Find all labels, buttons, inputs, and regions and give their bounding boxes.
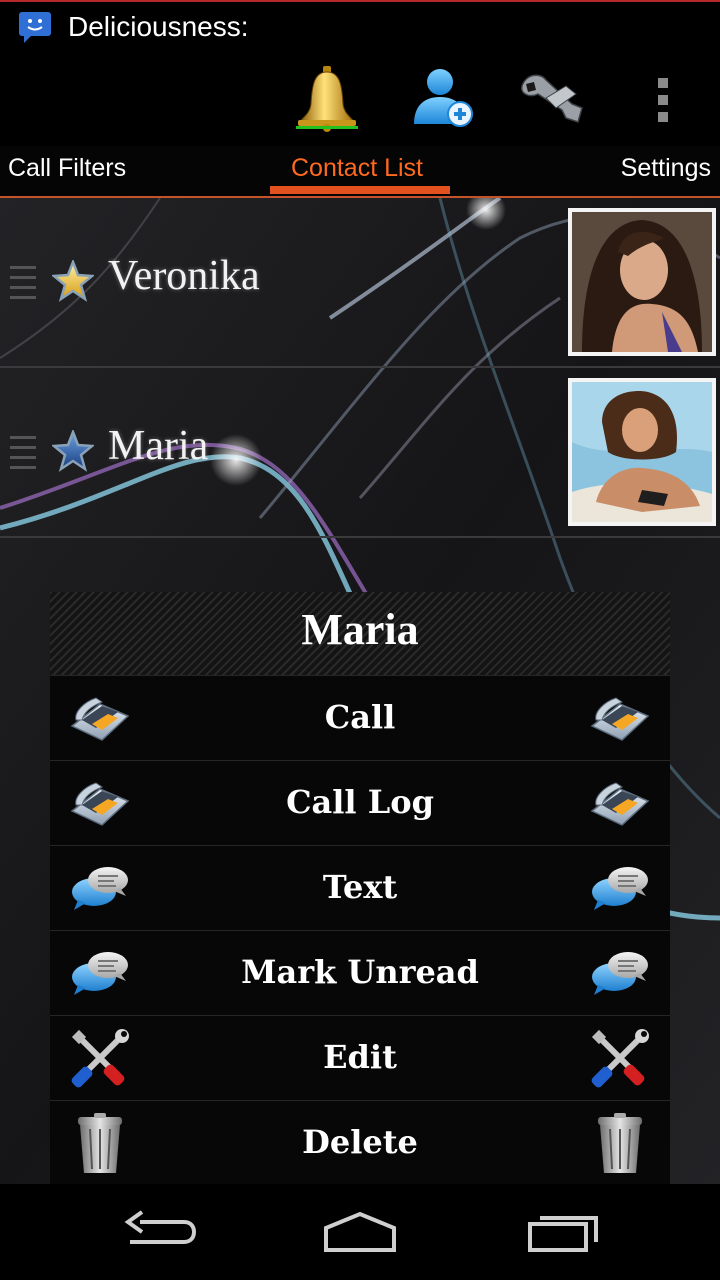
contact-photo-image xyxy=(572,382,712,522)
tab-bar: Call Filters Contact List Settings xyxy=(0,146,720,198)
phone-icon xyxy=(588,771,652,835)
tab-contact-list[interactable]: Contact List xyxy=(291,154,423,183)
dialog-title: Maria xyxy=(301,605,419,654)
phone-icon xyxy=(588,686,652,750)
menu-item-label: Text xyxy=(322,868,398,906)
chat-bubbles-icon xyxy=(588,856,652,920)
delete-button[interactable]: Delete xyxy=(50,1100,670,1185)
bell-active-indicator xyxy=(296,126,358,129)
notification-text: Deliciousness: xyxy=(68,11,249,42)
mark-unread-button[interactable]: Mark Unread xyxy=(50,930,670,1015)
drag-handle-icon[interactable] xyxy=(10,260,36,304)
back-icon[interactable] xyxy=(120,1206,200,1258)
home-icon[interactable] xyxy=(320,1206,400,1258)
call-button[interactable]: Call xyxy=(50,675,670,760)
menu-item-label: Call xyxy=(324,698,396,736)
tools-icon xyxy=(588,1026,652,1090)
action-bar xyxy=(0,50,720,146)
tab-settings[interactable]: Settings xyxy=(621,154,711,183)
contact-row[interactable]: Veronika xyxy=(0,198,720,368)
contact-name: Veronika xyxy=(108,253,260,299)
navigation-bar xyxy=(0,1184,720,1280)
app-notification-icon xyxy=(19,12,51,43)
add-contact-icon[interactable] xyxy=(410,64,480,134)
active-tab-indicator xyxy=(270,186,450,194)
recent-apps-icon[interactable] xyxy=(522,1206,602,1258)
wrench-icon[interactable] xyxy=(516,64,586,134)
edit-button[interactable]: Edit xyxy=(50,1015,670,1100)
contact-photo[interactable] xyxy=(568,378,716,526)
menu-item-label: Mark Unread xyxy=(241,953,479,991)
menu-item-label: Call Log xyxy=(286,783,434,821)
chat-bubbles-icon xyxy=(588,941,652,1005)
text-button[interactable]: Text xyxy=(50,845,670,930)
contact-row[interactable]: Maria xyxy=(0,368,720,538)
drag-handle-icon[interactable] xyxy=(10,430,36,474)
contact-photo-image xyxy=(572,212,712,352)
call-log-button[interactable]: Call Log xyxy=(50,760,670,845)
menu-item-label: Delete xyxy=(302,1123,418,1161)
tab-call-filters[interactable]: Call Filters xyxy=(8,154,126,183)
contact-name: Maria xyxy=(108,423,209,469)
star-icon[interactable] xyxy=(52,430,94,472)
star-icon[interactable] xyxy=(52,260,94,302)
contact-options-dialog: Maria Call Call Log Text Mark Unread Edi… xyxy=(50,592,670,1184)
menu-item-label: Edit xyxy=(323,1038,397,1076)
trash-icon xyxy=(588,1111,652,1175)
contact-photo[interactable] xyxy=(568,208,716,356)
status-bar: Deliciousness: xyxy=(0,0,720,50)
dialog-header: Maria xyxy=(50,592,670,675)
overflow-menu-icon[interactable] xyxy=(628,64,698,134)
bell-icon[interactable] xyxy=(292,64,362,134)
